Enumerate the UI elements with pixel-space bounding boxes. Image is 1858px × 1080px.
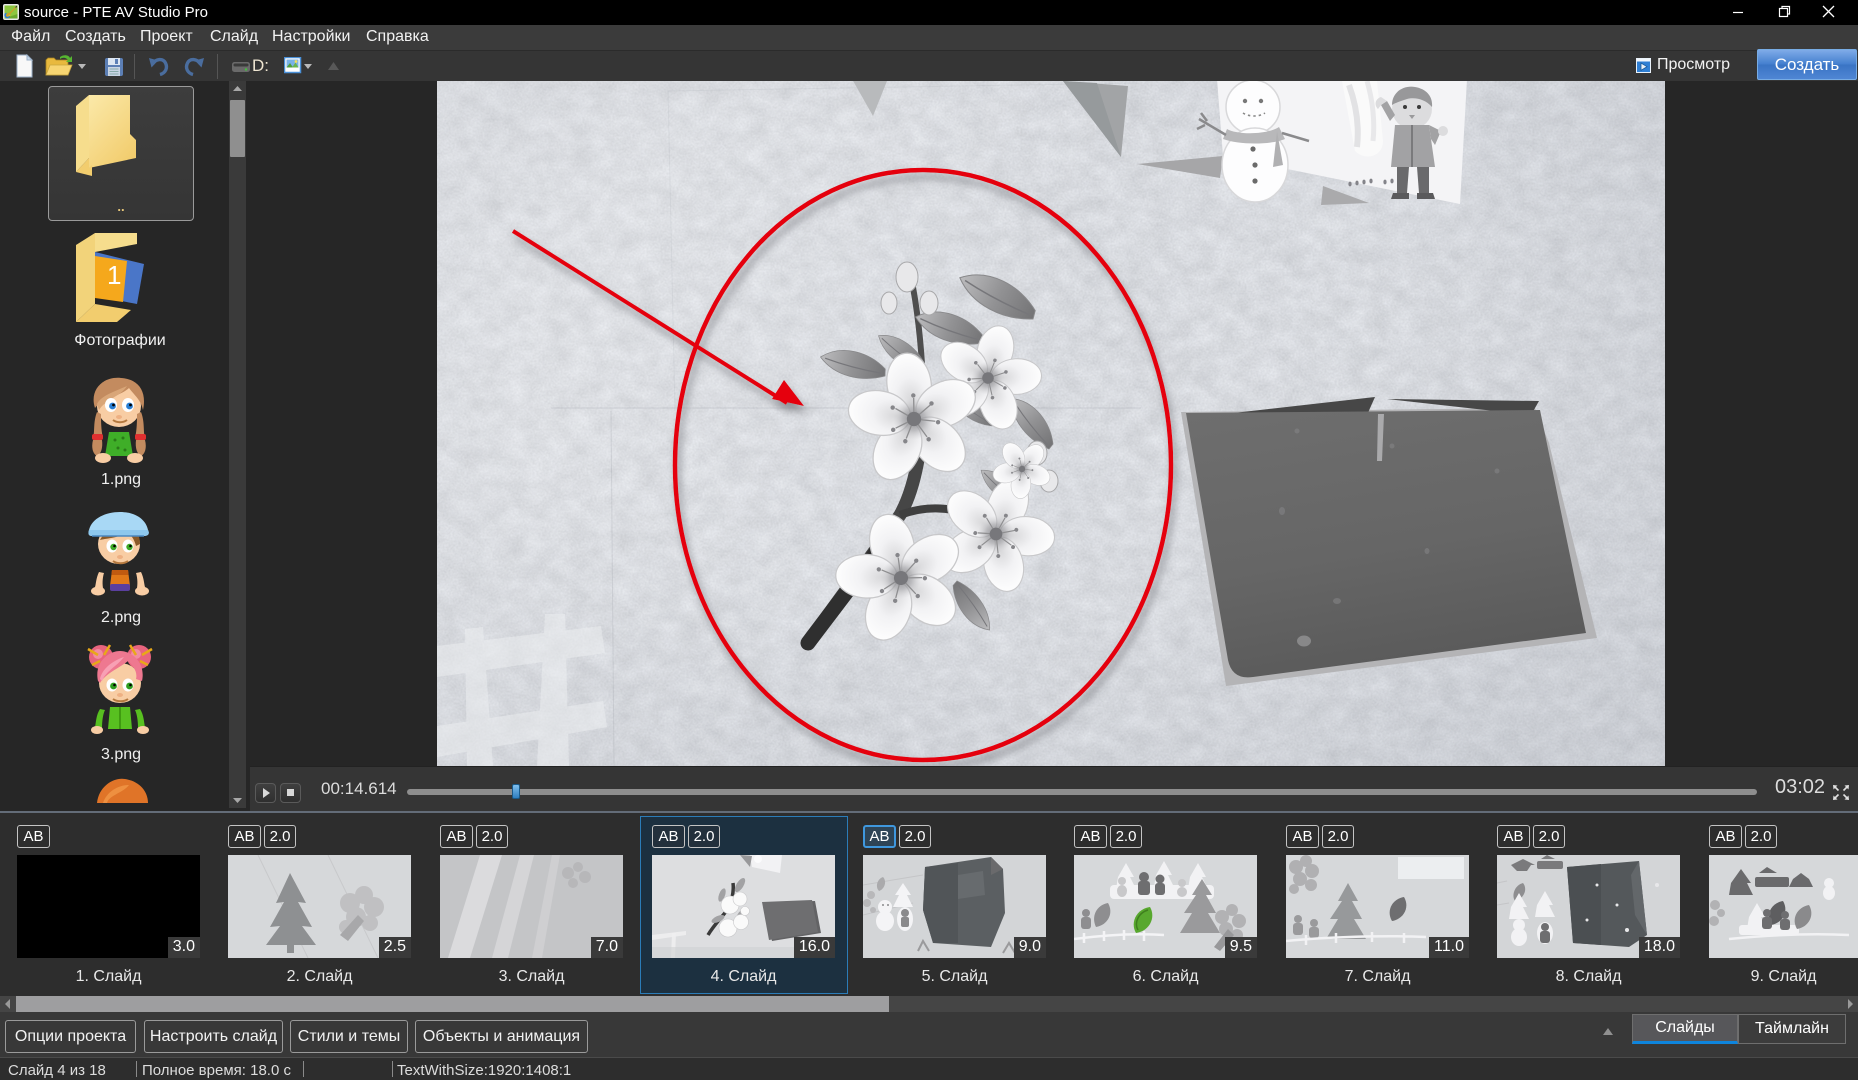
svg-text:1: 1	[107, 260, 121, 290]
